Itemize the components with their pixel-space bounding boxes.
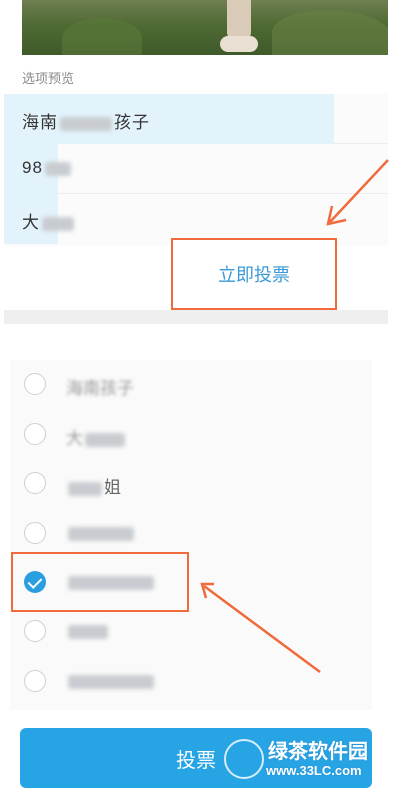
option-item[interactable]: 海南孩子 (10, 362, 372, 408)
option-item[interactable] (10, 609, 372, 655)
option-label: 姐 (104, 478, 121, 497)
preview-row-text-start: 98 (22, 158, 43, 177)
preview-row: 大 (4, 194, 388, 244)
option-item[interactable]: 姐 (10, 461, 372, 507)
preview-row-text-start: 大 (22, 213, 40, 232)
preview-row: 98 (4, 144, 388, 194)
preview-results: 海南 孩子 98 大 (4, 94, 388, 246)
radio-unchecked-icon[interactable] (24, 423, 46, 445)
radio-unchecked-icon[interactable] (24, 373, 46, 395)
watermark-url: www.33LC.com (266, 763, 362, 778)
watermark-logo-icon (224, 739, 264, 779)
vote-now-button[interactable]: 立即投票 (171, 238, 337, 310)
radio-unchecked-icon[interactable] (24, 620, 46, 642)
site-watermark: 绿茶软件园 www.33LC.com (222, 733, 400, 793)
preview-row-text-end: 孩子 (114, 113, 150, 132)
option-photo (22, 0, 388, 55)
option-item[interactable] (10, 659, 372, 705)
radio-unchecked-icon[interactable] (24, 522, 46, 544)
option-list: 海南孩子 大 姐 (10, 360, 372, 710)
section-divider (4, 310, 388, 324)
radio-unchecked-icon[interactable] (24, 472, 46, 494)
preview-row-text-start: 海南 (22, 113, 58, 132)
annotation-highlight-box (11, 552, 189, 612)
preview-row: 海南 孩子 (4, 94, 388, 144)
option-item[interactable]: 大 (10, 412, 372, 458)
preview-section-label: 选项预览 (22, 71, 75, 86)
option-item[interactable] (10, 511, 372, 557)
radio-unchecked-icon[interactable] (24, 670, 46, 692)
watermark-brand: 绿茶软件园 (268, 741, 368, 763)
option-label: 大 (66, 429, 83, 448)
option-label: 海南孩子 (66, 379, 134, 398)
